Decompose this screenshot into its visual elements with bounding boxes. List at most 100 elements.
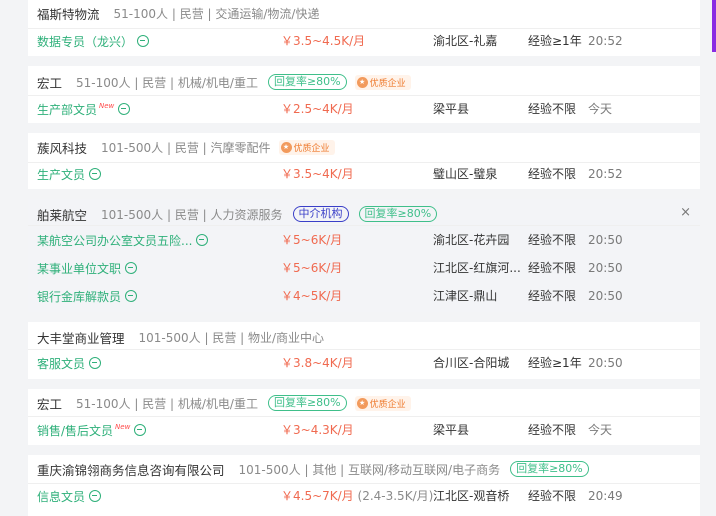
job-title-link[interactable]: 银行金库解款员 [37, 288, 121, 305]
company-meta: 101-500人 | 民营 | 汽摩零配件 [101, 140, 271, 155]
company-name[interactable]: 宏工 [37, 73, 62, 92]
close-icon[interactable]: × [680, 205, 691, 220]
badge-icon: ★ [280, 141, 292, 153]
post-time: 20:50 [588, 289, 623, 303]
chat-bubble-icon[interactable] [125, 290, 138, 302]
job-title-cell[interactable]: 某航空公司办公室文员五险... [37, 229, 217, 251]
salary: ￥3.8~4K/月 [281, 352, 354, 374]
job-title-cell[interactable]: 客服文员 [37, 352, 217, 374]
reply-rate-tag: 回复率≥80% [267, 74, 347, 90]
salary-range: ￥3.5~4.5K/月 [281, 34, 366, 48]
job-experience: 经验不限 [528, 233, 577, 247]
chat-bubble-icon[interactable] [137, 35, 150, 47]
quality-badge: ★ 优质企业 [354, 395, 411, 411]
badge-icon: ★ [356, 397, 368, 409]
divider [28, 349, 700, 350]
job-title-cell[interactable]: 生产文员 [37, 163, 217, 185]
job-title-link[interactable]: 客服文员 [37, 355, 85, 372]
reply-rate-tag: 回复率≥80% [358, 206, 438, 222]
job-title-link[interactable]: 生产文员 [37, 166, 85, 183]
new-badge: New [115, 423, 131, 431]
agency-tag: 中介机构 [292, 206, 349, 222]
job-title-cell[interactable]: 信息文员 [37, 485, 217, 507]
company-name[interactable]: 福斯特物流 [37, 4, 100, 23]
company-header: 福斯特物流 51-100人 | 民营 | 交通运输/物流/快递 [37, 2, 692, 24]
company-name[interactable]: 舶莱航空 [37, 205, 87, 224]
salary: ￥5~6K/月 [281, 257, 342, 279]
salary-range: ￥4.5~7K/月 [281, 489, 354, 503]
divider [28, 28, 700, 29]
job-location: 渝北区-花卉园 [433, 233, 510, 247]
job-location: 璧山区-璧泉 [433, 167, 498, 181]
job-title-link[interactable]: 信息文员 [37, 488, 85, 505]
salary-range: ￥4~5K/月 [281, 289, 343, 303]
post-time: 20:49 [588, 489, 623, 503]
company-name[interactable]: 重庆渝锦翎商务信息咨询有限公司 [37, 460, 225, 479]
company-name[interactable]: 蔟风科技 [37, 138, 87, 157]
job-title-cell[interactable]: 某事业单位文职 [37, 257, 217, 279]
job-experience: 经验≥1年 [528, 34, 582, 48]
job-title-cell[interactable]: 数据专员（龙兴） [37, 30, 217, 52]
company-meta: 101-500人 | 民营 | 物业/商业中心 [138, 330, 325, 345]
company-header: 蔟风科技 101-500人 | 民营 | 汽摩零配件 ★ 优质企业 [37, 136, 692, 158]
quality-badge: ★ 优质企业 [278, 139, 335, 155]
company-meta: 51-100人 | 民营 | 机械/机电/重工 [76, 75, 258, 90]
salary-range: ￥3~4.3K/月 [281, 423, 354, 437]
job-location: 梁平县 [433, 423, 470, 437]
company-card: 宏工 51-100人 | 民营 | 机械/机电/重工 回复率≥80% ★ 优质企业生产部… [28, 66, 700, 123]
quality-label: 优质企业 [369, 78, 406, 89]
salary: ￥4~5K/月 [281, 285, 342, 307]
reply-rate-tag: 回复率≥80% [267, 395, 347, 411]
job-title-link[interactable]: 某事业单位文职 [37, 260, 121, 277]
quality-label: 优质企业 [369, 399, 406, 410]
job-title-link[interactable]: 生产部文员 [37, 101, 97, 118]
post-time: 20:52 [588, 167, 623, 181]
job-title-link[interactable]: 数据专员（龙兴） [37, 33, 133, 50]
job-title-link[interactable]: 销售/售后文员 [37, 422, 113, 439]
salary-range: ￥5~6K/月 [281, 261, 343, 275]
company-name[interactable]: 大丰堂商业管理 [37, 328, 125, 347]
company-header: 宏工 51-100人 | 民营 | 机械/机电/重工 回复率≥80% ★ 优质企业 [37, 71, 692, 93]
chat-bubble-icon[interactable] [125, 262, 138, 274]
chat-bubble-icon[interactable] [118, 103, 131, 115]
job-title-cell[interactable]: 销售/售后文员 New [37, 419, 217, 441]
company-name[interactable]: 宏工 [37, 394, 62, 413]
job-title-link[interactable]: 某航空公司办公室文员五险... [37, 232, 192, 249]
quality-badge: ★ 优质企业 [354, 74, 411, 90]
post-time: 20:50 [588, 356, 623, 370]
job-experience: 经验不限 [528, 423, 577, 437]
job-experience: 经验不限 [528, 289, 577, 303]
salary: ￥3~4.3K/月 [281, 419, 354, 441]
chat-bubble-icon[interactable] [196, 234, 209, 246]
job-experience: 经验不限 [528, 489, 577, 503]
salary-range: ￥5~6K/月 [281, 233, 343, 247]
company-header: 大丰堂商业管理 101-500人 | 民营 | 物业/商业中心 [37, 326, 692, 348]
chat-bubble-icon[interactable] [89, 490, 102, 502]
chat-bubble-icon[interactable] [134, 424, 147, 436]
divider [28, 483, 700, 484]
chat-bubble-icon[interactable] [89, 357, 102, 369]
job-experience: 经验≥1年 [528, 356, 582, 370]
company-meta: 51-100人 | 民营 | 交通运输/物流/快递 [113, 6, 320, 21]
company-meta: 101-500人 | 民营 | 人力资源服务 [101, 207, 283, 222]
reply-rate-tag: 回复率≥80% [510, 461, 589, 477]
job-location: 江北区-观音桥 [433, 489, 510, 503]
job-location: 江津区-鼎山 [433, 289, 498, 303]
company-header: 重庆渝锦翎商务信息咨询有限公司 101-500人 | 其他 | 互联网/移动互联网… [37, 458, 692, 480]
divider [28, 416, 700, 417]
job-title-cell[interactable]: 生产部文员 New [37, 98, 217, 120]
scrollbar-thumb[interactable] [712, 0, 716, 52]
post-time: 今天 [588, 423, 613, 437]
company-card: 大丰堂商业管理 101-500人 | 民营 | 物业/商业中心客服文员 ￥3.8~4… [28, 322, 700, 379]
salary-sub: (2.4-3.5K/月) [357, 489, 434, 503]
job-location: 合川区-合阳城 [433, 356, 510, 370]
salary: ￥3.5~4K/月 [281, 163, 354, 185]
company-card: 舶莱航空 101-500人 | 民营 | 人力资源服务 中介机构 回复率≥80% × 某航… [28, 199, 700, 312]
salary-range: ￥3.8~4K/月 [281, 356, 354, 370]
salary-range: ￥3.5~4K/月 [281, 167, 354, 181]
badge-icon: ★ [356, 76, 368, 88]
post-time: 20:50 [588, 261, 623, 275]
chat-bubble-icon[interactable] [89, 168, 102, 180]
job-title-cell[interactable]: 银行金库解款员 [37, 285, 217, 307]
salary: ￥3.5~4.5K/月 [281, 30, 365, 52]
